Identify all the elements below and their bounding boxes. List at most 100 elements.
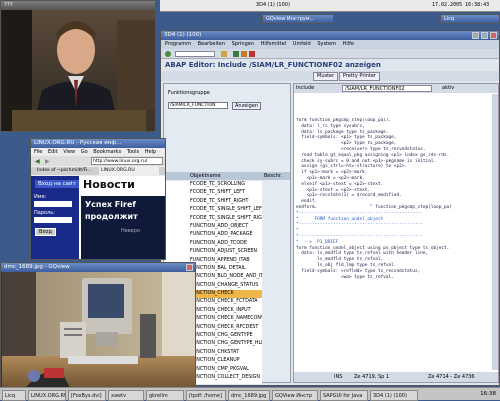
- menu-go[interactable]: Go: [81, 149, 88, 155]
- object-list-item[interactable]: FUNCTION_ADD_OBJECT: [164, 223, 262, 231]
- top-tray: 3D4 (1) (100) 17.02.2005 16:38:43: [160, 0, 500, 12]
- sap-window[interactable]: 3D4 (1) (100) Programm Bearbeiten Spring…: [160, 30, 500, 386]
- minimize-icon[interactable]: [472, 32, 479, 39]
- taskbar-item[interactable]: [tpdf: /home]: [186, 390, 226, 401]
- object-list-item[interactable]: FCODE_TC_SINGLE_SHIFT_RIGHT: [164, 215, 262, 223]
- exit-icon[interactable]: [241, 51, 247, 57]
- taskbar-item[interactable]: gkrellm: [146, 390, 184, 401]
- sap-menubar: Programm Bearbeiten Springen Hilfsmittel…: [161, 40, 499, 49]
- tab-linux-org[interactable]: LINUX.ORG.RU: [99, 167, 159, 175]
- tray-clock: 17.02.2005 16:38:43: [432, 2, 490, 8]
- photo-titlebar[interactable]: dmc_1689.jpg - GQview: [1, 263, 195, 272]
- close-icon[interactable]: [186, 264, 193, 271]
- status-line: Ze 4719, Sp 1: [354, 374, 390, 380]
- browser-titlebar[interactable]: LINUX.ORG.RU - Русская инф...: [31, 139, 165, 148]
- sap-toolbar: [161, 49, 499, 59]
- headline-1[interactable]: Успех Firef: [85, 200, 136, 209]
- login-box: Вход на сайт Имя: Пароль: Вход: [31, 176, 79, 259]
- menu-system[interactable]: System: [317, 41, 336, 47]
- object-list-item[interactable]: FUNCTION_ADJUST_SCREEN: [164, 248, 262, 256]
- menu-file[interactable]: File: [34, 149, 42, 155]
- editor-scrollbar[interactable]: [492, 94, 498, 370]
- col-beschr[interactable]: Beschr.: [264, 172, 282, 180]
- include-field[interactable]: /SIAM/LR_FUNCTIONF02: [342, 85, 432, 92]
- tab-bar: Index of ~pschmidt/Fi... LINUX.ORG.RU: [31, 167, 165, 175]
- taskbar-item[interactable]: Licq: [2, 390, 26, 401]
- editor-statusbar: INS Ze 4719, Sp 1 Ze 4714 - Ze 4736: [294, 372, 498, 382]
- browser-window[interactable]: LINUX.ORG.RU - Русская инф... File Edit …: [30, 138, 166, 260]
- taskbar-item[interactable]: GQView Инстр: [272, 390, 318, 401]
- news-panel: Успех Firef продолжит Неверо: [81, 196, 165, 259]
- page-title: ABAP Editor: Include /SIAM/LR_FUNCTIONF0…: [165, 61, 381, 69]
- taskbar-item[interactable]: dmc_1689.jpg: [228, 390, 270, 401]
- menu-edit[interactable]: Edit: [48, 149, 58, 155]
- include-status: aktiv: [442, 85, 455, 91]
- menu-programm[interactable]: Programm: [165, 41, 191, 47]
- code-editor[interactable]: form function_pkgcmp_step(loop_pal). dat…: [296, 118, 492, 368]
- headline-small: Неверо: [121, 228, 141, 234]
- col-objektname[interactable]: Objektname: [164, 173, 221, 179]
- forward-arrow-icon[interactable]: ▶: [45, 158, 50, 165]
- funktionsgruppe-input[interactable]: /SIAM/LR_FUNCTION: [168, 102, 228, 109]
- anzeigen-button[interactable]: Anzeigen: [232, 102, 262, 110]
- photo-window[interactable]: dmc_1689.jpg - GQview: [0, 262, 196, 392]
- browser-menubar: File Edit View Go Bookmarks Tools Help: [31, 148, 165, 156]
- photo-image: [2, 272, 195, 391]
- taskbar-item[interactable]: 3D4 (1) (100): [370, 390, 418, 401]
- command-field[interactable]: [175, 51, 215, 57]
- page-content: Вход на сайт Имя: Пароль: Вход Новости У…: [31, 176, 165, 259]
- tv-window[interactable]: ???: [0, 0, 156, 132]
- taskbar: Licq LINUX.ORG.RU [FoxBys.dvi] xawtv gkrellm…: [0, 387, 500, 401]
- menu-hilfe[interactable]: Hilfe: [343, 41, 354, 47]
- login-name-label: Имя:: [34, 194, 47, 200]
- gqview-top-window[interactable]: GQview Инструм...: [262, 14, 334, 24]
- sap-titlebar[interactable]: 3D4 (1) (100): [161, 31, 499, 40]
- object-list-item[interactable]: FCODE_TC_SHIFT_RIGHT: [164, 198, 262, 206]
- licq-window[interactable]: Licq: [440, 14, 500, 24]
- nav-toolbar: ◀ ▶ http://www.linux.org.ru/: [31, 156, 165, 166]
- code-line: <wa> type ts_refval.: [296, 274, 394, 280]
- app-toolbar: Muster Pretty Printer: [161, 71, 499, 81]
- back-arrow-icon[interactable]: ◀: [35, 158, 40, 165]
- menu-bookmarks[interactable]: Bookmarks: [93, 149, 121, 155]
- taskbar-item[interactable]: xawtv: [108, 390, 144, 401]
- menu-bearbeiten[interactable]: Bearbeiten: [198, 41, 225, 47]
- save-icon[interactable]: [221, 51, 227, 57]
- object-list-item[interactable]: FCODE_TC_SHIFT_LEFT: [164, 189, 262, 197]
- status-mode: INS: [334, 374, 343, 380]
- tray-desk[interactable]: 3D4 (1) (100): [256, 2, 290, 8]
- cancel-icon[interactable]: [249, 51, 255, 57]
- menu-umfeld[interactable]: Umfeld: [293, 41, 311, 47]
- taskbar-clock: 16:38: [480, 391, 496, 397]
- menu-help[interactable]: Help: [145, 149, 156, 155]
- editor-panel: Include /SIAM/LR_FUNCTIONF02 aktiv form …: [293, 83, 499, 383]
- login-password-input[interactable]: [34, 217, 72, 223]
- object-list-item[interactable]: FUNCTION_ADD_TCODE: [164, 240, 262, 248]
- pretty-printer-button[interactable]: Pretty Printer: [339, 72, 381, 81]
- muster-button[interactable]: Muster: [313, 72, 339, 81]
- include-label: Include: [296, 85, 315, 91]
- object-list-item[interactable]: FCODE_TC_SINGLE_SHIFT_LEFT: [164, 206, 262, 214]
- headline-2[interactable]: продолжит: [85, 212, 138, 221]
- menu-springen[interactable]: Springen: [232, 41, 254, 47]
- taskbar-item[interactable]: LINUX.ORG.RU: [28, 390, 66, 401]
- close-icon[interactable]: [490, 32, 497, 39]
- login-name-input[interactable]: [34, 201, 72, 207]
- object-list-item[interactable]: FCODE_TC_SCROLLING: [164, 181, 262, 189]
- tab-index[interactable]: Index of ~pschmidt/Fi...: [37, 167, 95, 175]
- back-icon[interactable]: [233, 51, 239, 57]
- include-bar: Include /SIAM/LR_FUNCTIONF02 aktiv: [294, 84, 498, 93]
- login-header: Вход на сайт: [35, 180, 79, 188]
- tv-titlebar[interactable]: ???: [1, 1, 155, 10]
- enter-icon[interactable]: [165, 51, 171, 57]
- tv-picture: [2, 10, 155, 131]
- login-button[interactable]: Вход: [35, 228, 56, 236]
- taskbar-item[interactable]: SAPGUI for Java: [320, 390, 368, 401]
- taskbar-item[interactable]: [FoxBys.dvi]: [68, 390, 106, 401]
- menu-tools[interactable]: Tools: [127, 149, 139, 155]
- url-input[interactable]: http://www.linux.org.ru/: [91, 157, 163, 165]
- maximize-icon[interactable]: [481, 32, 488, 39]
- menu-hilfsmittel[interactable]: Hilfsmittel: [261, 41, 287, 47]
- object-list-item[interactable]: FUNCTION_ADD_PACKAGE: [164, 231, 262, 239]
- menu-view[interactable]: View: [63, 149, 75, 155]
